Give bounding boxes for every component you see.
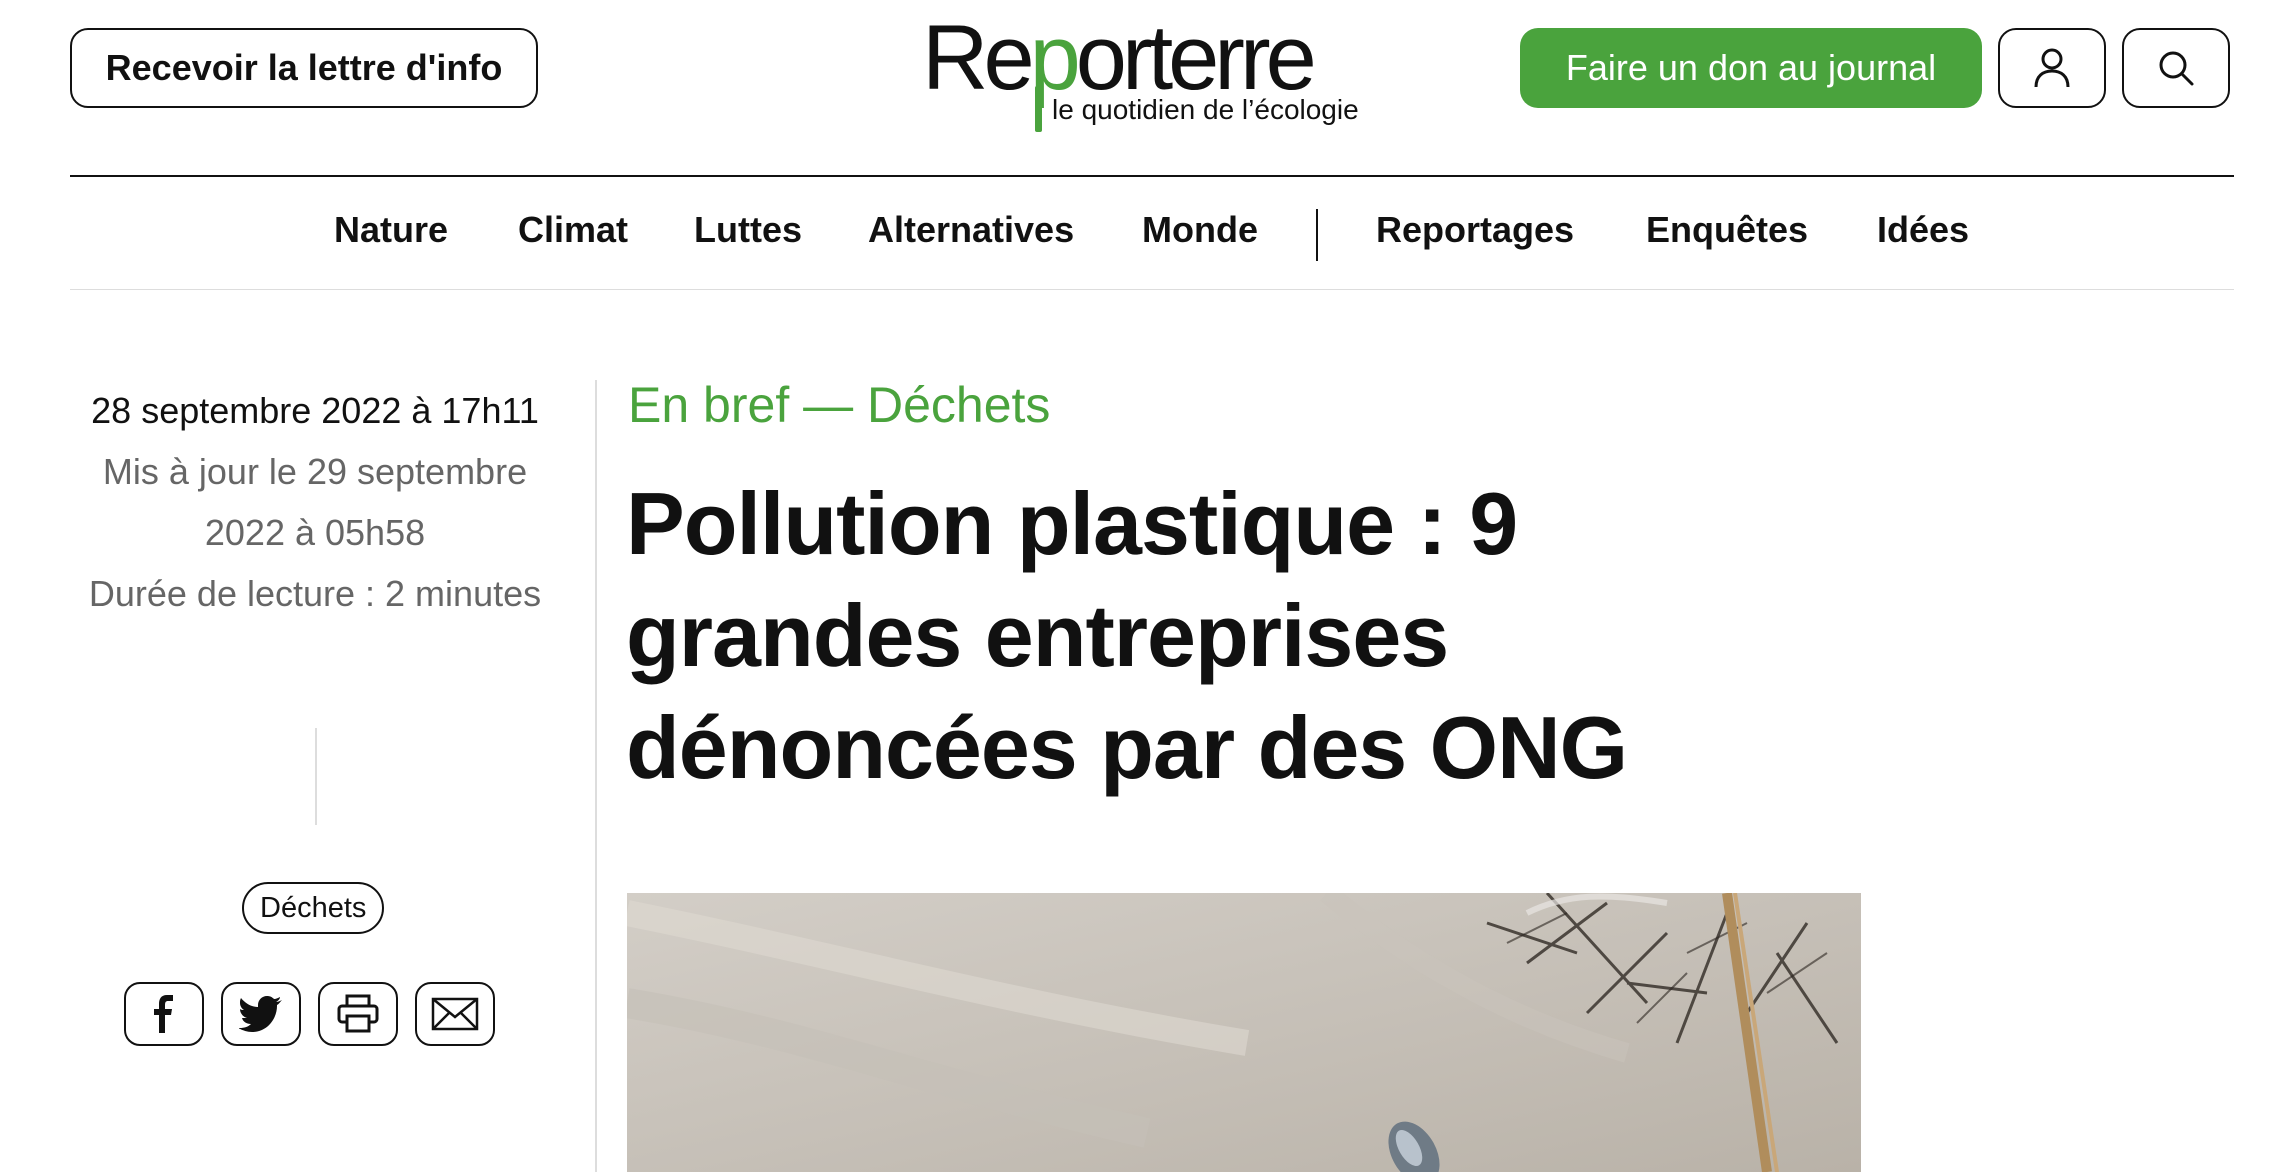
reading-time: Durée de lecture : 2 minutes	[88, 573, 542, 614]
nav-item-monde[interactable]: Monde	[1142, 209, 1258, 251]
account-button[interactable]	[1998, 28, 2106, 108]
article-kicker[interactable]: En bref — Déchets	[628, 376, 1050, 434]
nav-item-reportages[interactable]: Reportages	[1376, 209, 1574, 251]
main-navigation: Nature Climat Luttes Alternatives Monde …	[0, 177, 2280, 289]
nav-item-luttes[interactable]: Luttes	[694, 209, 802, 251]
share-facebook-button[interactable]	[124, 982, 204, 1046]
logo-tagline: le quotidien de l’écologie	[1052, 94, 1359, 125]
meta-divider	[315, 728, 317, 825]
user-icon	[2034, 48, 2070, 88]
nav-item-enquetes[interactable]: Enquêtes	[1646, 209, 1808, 251]
column-divider	[595, 380, 597, 1172]
twitter-icon	[239, 996, 282, 1032]
article-title: Pollution plastique : 9 grandes entrepri…	[626, 474, 1628, 797]
search-icon	[2159, 51, 2194, 86]
nav-item-alternatives[interactable]: Alternatives	[868, 209, 1074, 251]
print-icon	[337, 994, 379, 1033]
logo-green-stem	[1035, 86, 1042, 132]
site-header: Recevoir la lettre d'info Reporterre le …	[0, 0, 2280, 175]
nav-item-idees[interactable]: Idées	[1877, 209, 1969, 251]
donate-button[interactable]: Faire un don au journal	[1520, 28, 1982, 108]
nav-item-nature[interactable]: Nature	[334, 209, 448, 251]
article-photo	[627, 893, 1861, 1172]
newsletter-button[interactable]: Recevoir la lettre d'info	[70, 28, 538, 108]
facebook-icon	[154, 995, 173, 1033]
updated-date: Mis à jour le 29 septembre 2022 à 05h58	[102, 451, 528, 553]
search-button[interactable]	[2122, 28, 2230, 108]
site-logo[interactable]: Reporterre le quotidien de l’écologie	[922, 6, 1382, 136]
published-date: 28 septembre 2022 à 17h11	[91, 390, 539, 431]
tag-dechets[interactable]: Déchets	[242, 882, 385, 934]
nav-item-climat[interactable]: Climat	[518, 209, 628, 251]
beach-photo-illustration	[627, 893, 1861, 1172]
share-twitter-button[interactable]	[221, 982, 301, 1046]
nav-divider	[70, 289, 2234, 290]
mail-icon	[431, 997, 479, 1031]
nav-separator	[1316, 209, 1318, 261]
share-mail-button[interactable]	[415, 982, 495, 1046]
print-button[interactable]	[318, 982, 398, 1046]
